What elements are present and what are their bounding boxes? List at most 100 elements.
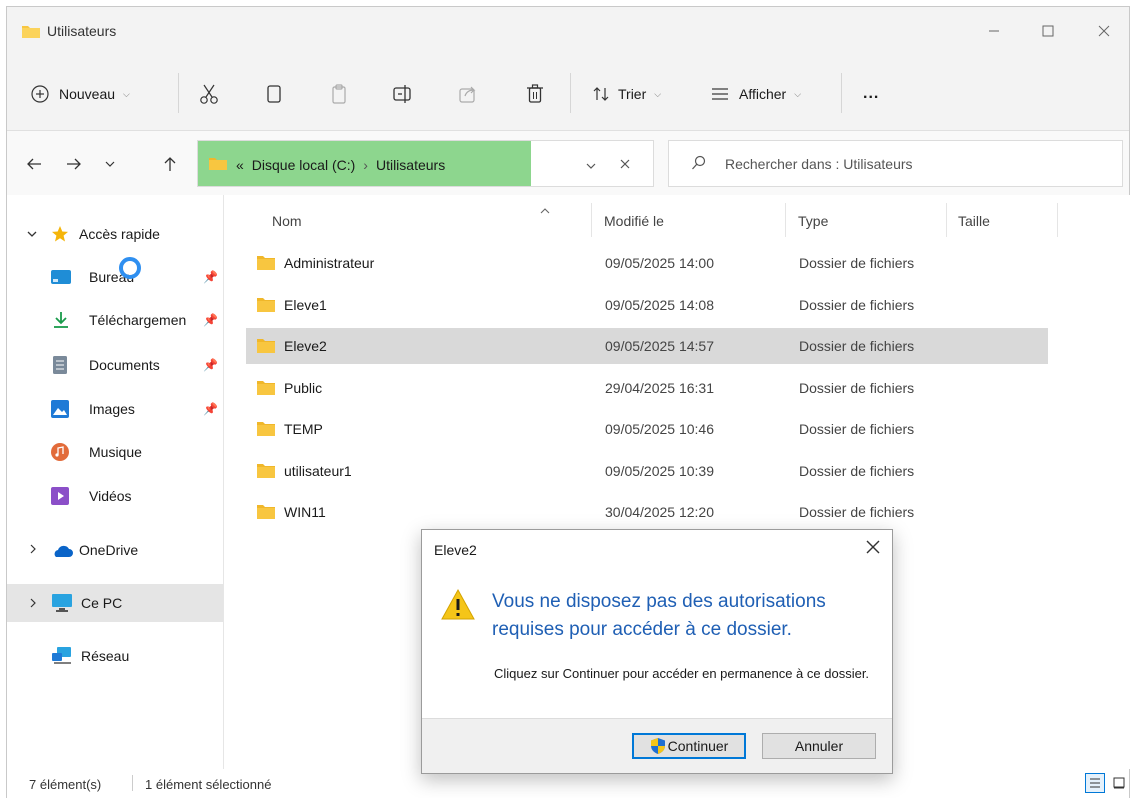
dialog-detail: Cliquez sur Continuer pour accéder en pe… bbox=[494, 666, 870, 681]
file-type: Dossier de fichiers bbox=[799, 463, 915, 479]
breadcrumb-overflow[interactable]: « bbox=[236, 157, 244, 173]
toolbar-divider bbox=[178, 73, 179, 113]
title-bar: Utilisateurs bbox=[7, 7, 1129, 55]
table-row[interactable]: Public 29/04/2025 16:31 Dossier de fichi… bbox=[246, 370, 1048, 406]
sidebar-item-documents[interactable]: Documents 📌 bbox=[7, 346, 223, 384]
download-icon bbox=[53, 311, 69, 332]
image-icon bbox=[51, 400, 69, 421]
table-row[interactable]: TEMP 09/05/2025 10:46 Dossier de fichier… bbox=[246, 411, 1048, 447]
column-header-modified[interactable]: Modifié le bbox=[604, 213, 664, 229]
maximize-button[interactable] bbox=[1025, 7, 1071, 55]
breadcrumb-utilisateurs[interactable]: Utilisateurs bbox=[376, 157, 445, 173]
item-count: 7 élément(s) bbox=[29, 777, 102, 792]
sidebar-item-onedrive[interactable]: OneDrive bbox=[7, 531, 223, 569]
search-box[interactable]: Rechercher dans : Utilisateurs bbox=[668, 140, 1123, 187]
minimize-button[interactable] bbox=[971, 7, 1017, 55]
paste-button[interactable] bbox=[331, 79, 347, 109]
folder-icon bbox=[256, 463, 276, 482]
copy-button[interactable] bbox=[266, 79, 282, 109]
toolbar-divider bbox=[841, 73, 842, 113]
cancel-button[interactable]: Annuler bbox=[762, 733, 876, 759]
cloud-icon bbox=[51, 544, 73, 561]
sort-ascending-icon bbox=[540, 201, 550, 217]
delete-button[interactable] bbox=[526, 79, 544, 109]
dialog-message: Vous ne disposez pas des autorisations r… bbox=[492, 591, 826, 640]
sidebar-item-label: Accès rapide bbox=[79, 226, 160, 242]
view-button[interactable]: Afficher ⌵ bbox=[711, 79, 801, 109]
pin-icon: 📌 bbox=[203, 358, 218, 372]
address-dropdown-icon[interactable] bbox=[586, 157, 596, 173]
back-button[interactable] bbox=[21, 151, 47, 177]
file-modified: 09/05/2025 14:00 bbox=[605, 255, 714, 271]
rename-button[interactable] bbox=[393, 79, 413, 109]
sidebar-item-musique[interactable]: Musique bbox=[7, 433, 223, 471]
column-divider[interactable] bbox=[946, 203, 947, 237]
list-icon bbox=[712, 88, 728, 100]
close-button[interactable] bbox=[1081, 7, 1127, 55]
search-icon bbox=[691, 155, 707, 174]
chevron-down-icon[interactable] bbox=[27, 227, 37, 241]
sidebar-item-videos[interactable]: Vidéos bbox=[7, 477, 223, 515]
arrow-up-icon bbox=[164, 157, 176, 171]
clear-address-icon[interactable] bbox=[620, 156, 630, 172]
breadcrumb-disque-local[interactable]: Disque local (C:) bbox=[252, 157, 355, 173]
chevron-right-icon[interactable] bbox=[29, 543, 37, 557]
pin-icon: 📌 bbox=[203, 402, 218, 416]
column-header-name[interactable]: Nom bbox=[272, 213, 302, 229]
folder-icon bbox=[21, 23, 41, 42]
sidebar-item-network[interactable]: Réseau bbox=[7, 637, 223, 675]
network-icon bbox=[51, 647, 73, 668]
sidebar-item-this-pc[interactable]: Ce PC bbox=[7, 584, 223, 622]
tiles-view-button[interactable] bbox=[1109, 773, 1129, 793]
breadcrumb: « Disque local (C:) › Utilisateurs bbox=[208, 155, 453, 174]
column-divider[interactable] bbox=[591, 203, 592, 237]
share-button[interactable] bbox=[459, 79, 477, 109]
table-row[interactable]: Eleve1 09/05/2025 14:08 Dossier de fichi… bbox=[246, 287, 1048, 323]
sort-button[interactable]: Trier ⌵ bbox=[592, 79, 661, 109]
address-bar[interactable]: « Disque local (C:) › Utilisateurs bbox=[197, 140, 654, 187]
sidebar-item-quick-access[interactable]: Accès rapide bbox=[7, 215, 223, 253]
column-divider[interactable] bbox=[1057, 203, 1058, 237]
cut-button[interactable] bbox=[199, 79, 219, 109]
dialog-footer: Continuer Annuler bbox=[422, 718, 892, 773]
file-name: TEMP bbox=[284, 421, 323, 437]
recent-locations-button[interactable] bbox=[97, 151, 123, 177]
sidebar-item-telechargements[interactable]: Téléchargemen 📌 bbox=[7, 301, 223, 339]
continue-button[interactable]: Continuer bbox=[632, 733, 746, 759]
file-type: Dossier de fichiers bbox=[799, 421, 915, 437]
table-row[interactable]: Administrateur 09/05/2025 14:00 Dossier … bbox=[246, 245, 1048, 281]
column-header-size[interactable]: Taille bbox=[958, 213, 990, 229]
dialog-close-button[interactable] bbox=[866, 538, 880, 559]
table-row[interactable]: WIN11 30/04/2025 12:20 Dossier de fichie… bbox=[246, 494, 1048, 530]
selection-count: 1 élément sélectionné bbox=[145, 777, 272, 792]
sidebar-item-label: Réseau bbox=[81, 648, 130, 664]
sidebar-item-label: Vidéos bbox=[89, 488, 132, 504]
search-input[interactable]: Rechercher dans : Utilisateurs bbox=[725, 156, 913, 172]
close-icon bbox=[866, 540, 880, 554]
sidebar-item-bureau[interactable]: Bureau 📌 bbox=[7, 258, 223, 296]
file-name: Administrateur bbox=[284, 255, 375, 271]
forward-button[interactable] bbox=[61, 151, 87, 177]
new-button[interactable]: Nouveau ⌵ bbox=[31, 79, 130, 109]
sort-icon bbox=[593, 87, 609, 101]
details-view-icon bbox=[1090, 778, 1100, 788]
desktop-icon bbox=[51, 269, 71, 288]
more-options-button[interactable]: ... bbox=[863, 79, 879, 109]
column-divider[interactable] bbox=[785, 203, 786, 237]
column-header-type[interactable]: Type bbox=[798, 213, 828, 229]
folder-icon bbox=[256, 338, 276, 357]
copy-icon bbox=[267, 85, 281, 103]
rename-icon bbox=[393, 85, 411, 103]
file-name: Public bbox=[284, 380, 323, 396]
view-label: Afficher bbox=[739, 86, 787, 102]
music-icon bbox=[51, 443, 69, 464]
chevron-right-icon[interactable] bbox=[29, 597, 37, 611]
details-view-button[interactable] bbox=[1085, 773, 1105, 793]
sidebar-item-images[interactable]: Images 📌 bbox=[7, 390, 223, 428]
table-row[interactable]: utilisateur1 09/05/2025 10:39 Dossier de… bbox=[246, 453, 1048, 489]
table-row-selected[interactable]: Eleve2 09/05/2025 14:57 Dossier de fichi… bbox=[246, 328, 1048, 364]
up-button[interactable] bbox=[157, 151, 183, 177]
sidebar-item-label: Documents bbox=[89, 357, 160, 373]
file-modified: 30/04/2025 12:20 bbox=[605, 504, 714, 520]
file-modified: 09/05/2025 14:08 bbox=[605, 297, 714, 313]
